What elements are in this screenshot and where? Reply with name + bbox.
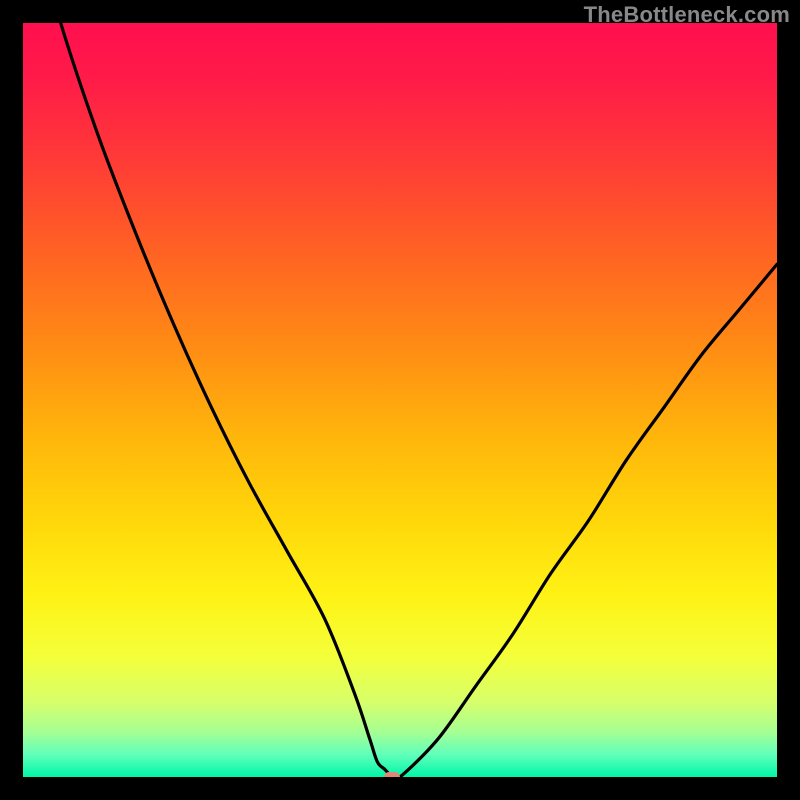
minimum-marker [384,772,400,777]
watermark-text: TheBottleneck.com [584,2,790,28]
plot-area [23,23,777,777]
chart-frame: TheBottleneck.com [0,0,800,800]
bottleneck-curve [23,23,777,777]
